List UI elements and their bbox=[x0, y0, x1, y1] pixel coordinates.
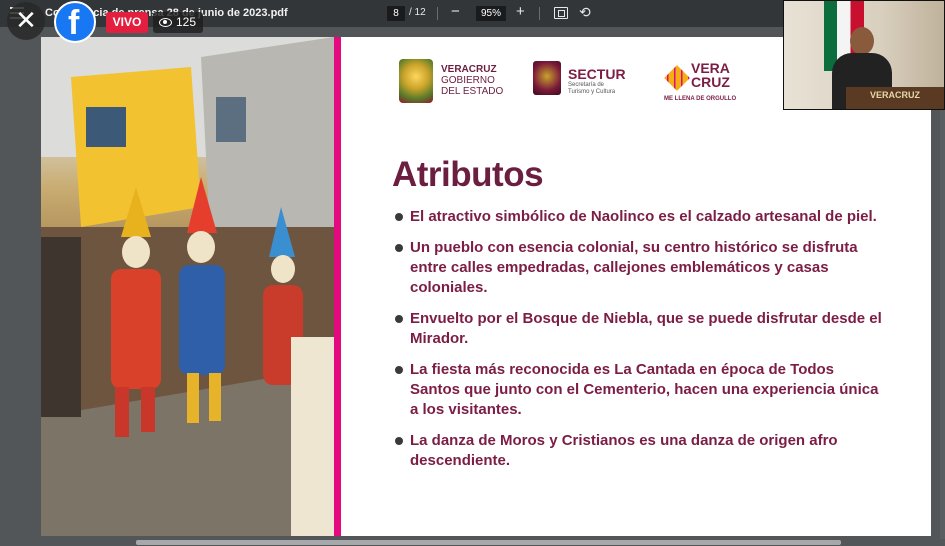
logo-text: VERACRUZ bbox=[441, 64, 497, 75]
pdf-page: VERACRUZ GOBIERNO DEL ESTADO SECTUR Secr… bbox=[41, 37, 931, 536]
bullet-icon bbox=[395, 437, 403, 445]
zoom-out-button[interactable]: − bbox=[451, 3, 460, 20]
zoom-in-button[interactable]: + bbox=[516, 3, 525, 20]
attribute-list: El atractivo simbólico de Naolinco es el… bbox=[395, 207, 885, 482]
list-item-text: El atractivo simbólico de Naolinco es el… bbox=[410, 208, 877, 225]
pdf-viewer-window: Conferencia de prensa 28 de junio de 202… bbox=[0, 0, 945, 546]
zoom-level-input[interactable]: 95% bbox=[476, 6, 506, 21]
list-item: Envuelto por el Bosque de Niebla, que se… bbox=[395, 309, 885, 349]
page-total: / 12 bbox=[409, 7, 426, 18]
bullet-icon bbox=[395, 366, 403, 374]
logo-text: Turismo y Cultura bbox=[568, 89, 616, 95]
logo-text: CRUZ bbox=[691, 74, 730, 90]
veracruz-seal-icon bbox=[399, 59, 433, 103]
fit-to-page-icon[interactable] bbox=[554, 7, 568, 19]
photo-illustration bbox=[41, 37, 334, 536]
webcam-overlay: VERACRUZ bbox=[783, 0, 945, 110]
facebook-logo-icon: f bbox=[54, 1, 96, 43]
logo-text: GOBIERNO bbox=[441, 75, 495, 86]
list-item: La danza de Moros y Cristianos es una da… bbox=[395, 431, 885, 471]
list-item: La fiesta más reconocida es La Cantada e… bbox=[395, 360, 885, 420]
logo-text: Secretaría de bbox=[568, 82, 605, 88]
live-badge: VIVO bbox=[106, 12, 148, 33]
viewer-count: 125 bbox=[176, 15, 197, 29]
veracruz-brand-icon bbox=[664, 65, 690, 91]
list-item-text: La danza de Moros y Cristianos es una da… bbox=[410, 432, 838, 469]
toolbar-divider bbox=[539, 7, 540, 20]
page-number-input[interactable]: 8 bbox=[387, 6, 405, 21]
podium-text: VERACRUZ bbox=[870, 90, 921, 100]
list-item-text: Envuelto por el Bosque de Niebla, que se… bbox=[410, 310, 882, 347]
accent-bar bbox=[334, 37, 341, 536]
toolbar-divider bbox=[437, 7, 438, 20]
logo-text: SECTUR bbox=[568, 66, 626, 82]
list-item: El atractivo simbólico de Naolinco es el… bbox=[395, 207, 885, 227]
slide-title: Atributos bbox=[392, 155, 544, 194]
horizontal-scrollbar[interactable] bbox=[0, 539, 945, 546]
eye-icon bbox=[159, 18, 172, 27]
close-icon[interactable]: ✕ bbox=[7, 2, 45, 40]
list-item-text: Un pueblo con esencia colonial, su centr… bbox=[410, 239, 858, 296]
rotate-icon[interactable]: ⟲ bbox=[579, 4, 591, 21]
list-item: Un pueblo con esencia colonial, su centr… bbox=[395, 238, 885, 298]
bullet-icon bbox=[395, 244, 403, 252]
list-item-text: La fiesta más reconocida es La Cantada e… bbox=[410, 361, 879, 418]
bullet-icon bbox=[395, 213, 403, 221]
festival-dancers-photo bbox=[41, 37, 334, 536]
bullet-icon bbox=[395, 315, 403, 323]
logo-text: ME LLENA DE ORGULLO bbox=[664, 96, 737, 102]
viewer-count-badge: 125 bbox=[153, 12, 203, 33]
scrollbar-thumb[interactable] bbox=[136, 540, 841, 545]
logo-text: DEL ESTADO bbox=[441, 86, 504, 97]
sectur-seal-icon bbox=[533, 61, 561, 95]
